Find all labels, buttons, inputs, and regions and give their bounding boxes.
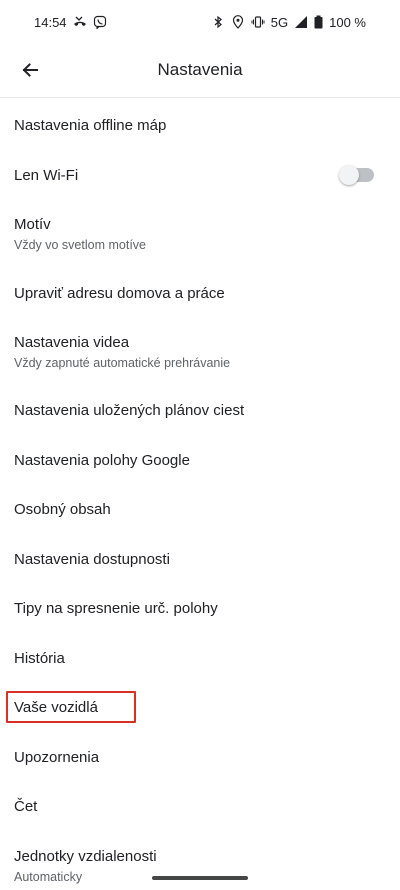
battery-level: 100 % — [329, 14, 366, 30]
setting-theme[interactable]: Motív Vždy vo svetlom motíve — [0, 216, 400, 253]
battery-icon — [314, 15, 323, 29]
setting-title: Nastavenia videa — [14, 334, 130, 351]
setting-title: Tipy na spresnenie urč. polohy — [14, 600, 218, 617]
setting-chat[interactable]: Čet — [0, 798, 400, 816]
setting-history[interactable]: História — [0, 650, 400, 668]
bluetooth-icon — [211, 15, 225, 29]
setting-personal-content[interactable]: Osobný obsah — [0, 501, 400, 519]
setting-accessibility[interactable]: Nastavenia dostupnosti — [0, 551, 400, 569]
signal-icon — [294, 15, 308, 29]
setting-title: Nastavenia uložených plánov ciest — [14, 402, 245, 419]
setting-title: Upraviť adresu domova a práce — [14, 285, 225, 302]
setting-title: Jednotky vzdialenosti — [14, 848, 157, 865]
vibrate-icon — [251, 15, 265, 29]
network-type: 5G — [270, 14, 289, 30]
location-icon — [231, 15, 245, 29]
status-bar: 14:54 5G 100 % — [0, 0, 400, 44]
setting-title: Osobný obsah — [14, 501, 111, 518]
setting-title: Nastavenia dostupnosti — [14, 551, 170, 568]
viber-icon — [93, 15, 107, 29]
setting-google-location[interactable]: Nastavenia polohy Google — [0, 452, 400, 470]
page-title: Nastavenia — [157, 60, 243, 79]
wifi-only-toggle[interactable] — [339, 165, 374, 185]
setting-title: Vaše vozidlá — [14, 699, 98, 716]
setting-offline-maps[interactable]: Nastavenia offline máp — [0, 117, 400, 135]
setting-title: Nastavenia offline máp — [14, 117, 167, 134]
gesture-nav-handle[interactable] — [152, 876, 248, 880]
setting-title: Nastavenia polohy Google — [14, 452, 190, 469]
setting-home-work-address[interactable]: Upraviť adresu domova a práce — [0, 285, 400, 303]
missed-call-icon — [73, 15, 87, 29]
setting-location-accuracy-tips[interactable]: Tipy na spresnenie urč. polohy — [0, 600, 400, 618]
setting-title: Motív — [14, 216, 51, 233]
arrow-back-icon — [20, 60, 40, 80]
setting-notifications[interactable]: Upozornenia — [0, 749, 400, 767]
setting-title: História — [14, 650, 65, 667]
setting-saved-trip-plans[interactable]: Nastavenia uložených plánov ciest — [0, 402, 400, 420]
app-bar-divider — [0, 97, 400, 98]
app-bar: Nastavenia — [0, 44, 400, 96]
back-button[interactable] — [10, 50, 50, 90]
toggle-knob — [339, 165, 359, 185]
status-right: 5G 100 % — [211, 15, 366, 30]
settings-screen: 14:54 5G 100 % Nastavenia Nastavenia off… — [0, 0, 400, 890]
setting-video[interactable]: Nastavenia videa Vždy zapnuté automatick… — [0, 334, 400, 371]
setting-your-vehicles[interactable]: Vaše vozidlá — [0, 699, 400, 717]
status-time: 14:54 — [34, 14, 67, 30]
setting-subtitle: Vždy vo svetlom motíve — [14, 238, 146, 252]
setting-title: Upozornenia — [14, 749, 100, 766]
setting-title: Čet — [14, 798, 38, 815]
setting-subtitle: Vždy zapnuté automatické prehrávanie — [14, 356, 231, 370]
status-left: 14:54 — [34, 15, 107, 30]
